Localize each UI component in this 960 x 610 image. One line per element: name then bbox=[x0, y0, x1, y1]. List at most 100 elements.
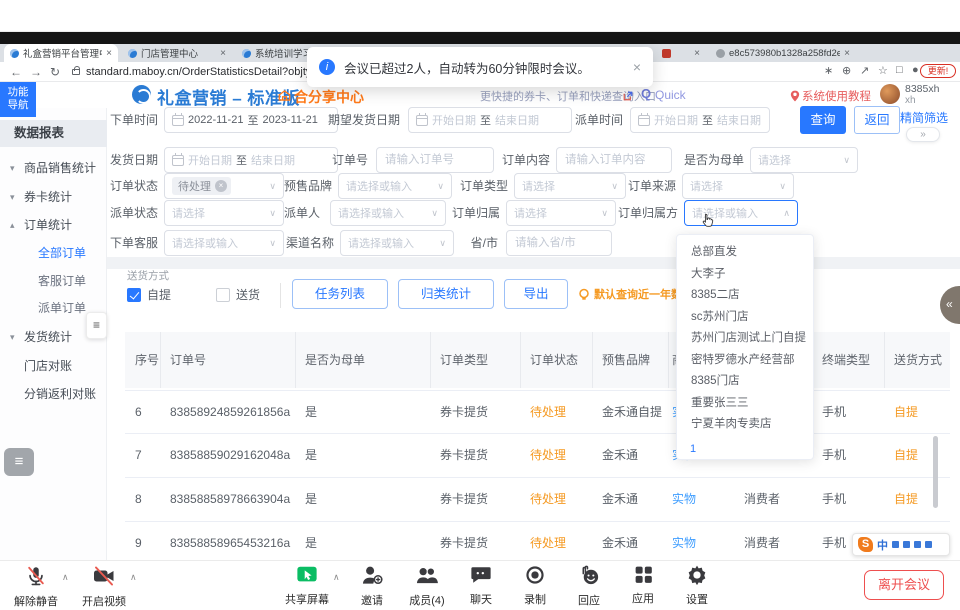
sidebar-item[interactable]: ▾商品销售统计 bbox=[0, 155, 107, 181]
toast-close-icon[interactable]: × bbox=[633, 59, 641, 75]
channel-select[interactable]: 请选择或输入 ∨ bbox=[340, 230, 454, 256]
table-row[interactable]: 683858924859261856a是券卡提货待处理金禾通自提实物手机自提 bbox=[125, 390, 950, 434]
dropdown-option[interactable]: 密特罗德水产经营部 bbox=[677, 350, 813, 372]
back-button[interactable]: 返回 bbox=[854, 106, 900, 134]
pickup-label[interactable]: 自提 bbox=[147, 284, 171, 306]
quick-q-icon[interactable]: Q bbox=[641, 86, 651, 101]
collapse-filter-pill[interactable]: » bbox=[906, 127, 940, 142]
dropdown-option[interactable]: 大李子 bbox=[677, 264, 813, 286]
dropdown-option[interactable]: 总部直发 bbox=[677, 242, 813, 264]
order-no-input[interactable] bbox=[376, 147, 494, 173]
order-cs-select[interactable]: 请选择或输入 ∨ bbox=[164, 230, 284, 256]
order-time-range[interactable]: 2022-11-21 至 2023-11-21 bbox=[164, 107, 338, 133]
caret-up-icon[interactable]: ∧ bbox=[62, 572, 69, 583]
toolbar-item-settings[interactable]: 设置 bbox=[665, 564, 729, 607]
toolbar-item-camera-off[interactable]: 开启视频 bbox=[72, 564, 136, 609]
cell-item[interactable]: 实物 bbox=[672, 522, 696, 565]
caret-up-icon[interactable]: ∧ bbox=[130, 572, 137, 583]
toolbar-item-screen-share[interactable]: 共享屏幕 bbox=[275, 564, 339, 607]
cell-order_no[interactable]: 83858859029162048a bbox=[170, 434, 290, 477]
delivery-checkbox[interactable] bbox=[216, 288, 230, 302]
dropdown-option[interactable]: 苏州门店测试上门自提 bbox=[677, 328, 813, 350]
table-scrollbar[interactable] bbox=[933, 436, 938, 508]
browser-tab[interactable]: e8c573980b1328a258fd2e6× bbox=[710, 44, 856, 62]
order-content-input[interactable] bbox=[556, 147, 672, 173]
task-list-button[interactable]: 任务列表 bbox=[292, 279, 388, 309]
pickup-checkbox[interactable] bbox=[127, 288, 141, 302]
zoom-icon[interactable]: ⊕ bbox=[842, 64, 851, 77]
sidebar-item[interactable]: 全部订单 bbox=[0, 240, 107, 266]
is-mother-select[interactable]: 请选择 ∨ bbox=[750, 147, 858, 173]
dispatch-time-range[interactable]: 开始日期 至 结束日期 bbox=[630, 107, 770, 133]
dropdown-option[interactable]: sc苏州门店 bbox=[677, 307, 813, 329]
lock-icon[interactable] bbox=[72, 69, 80, 75]
query-button[interactable]: 查询 bbox=[800, 106, 846, 134]
browser-update-button[interactable]: 更新! bbox=[920, 64, 956, 78]
sidebar-item[interactable]: 客服订单 bbox=[0, 268, 107, 294]
tab-close-icon[interactable]: × bbox=[106, 48, 112, 59]
province-input[interactable] bbox=[506, 230, 612, 256]
sidebar-collapse-handle[interactable]: ≡ bbox=[86, 312, 107, 339]
url-text[interactable]: standard.maboy.cn/OrderStatisticsDetail?… bbox=[86, 62, 336, 82]
external-link-icon[interactable] bbox=[622, 89, 634, 107]
presale-brand-select[interactable]: 请选择或输入 ∨ bbox=[338, 173, 452, 199]
expect-date-range[interactable]: 开始日期 至 结束日期 bbox=[408, 107, 572, 133]
order-source-select[interactable]: 请选择 ∨ bbox=[682, 173, 794, 199]
tab-close-icon[interactable]: × bbox=[694, 48, 700, 59]
cell-order_no[interactable]: 83858858965453216a bbox=[170, 522, 290, 565]
ime-lang-icon[interactable]: 中 bbox=[877, 537, 888, 553]
user-avatar[interactable] bbox=[880, 84, 900, 104]
dropdown-option[interactable]: 宁夏羊肉专卖店 bbox=[677, 414, 813, 436]
side-panel-icon[interactable]: □ bbox=[896, 64, 903, 76]
order-belong-select[interactable]: 请选择 ∨ bbox=[506, 200, 616, 226]
quick-label[interactable]: Quick bbox=[655, 88, 686, 102]
order-type-select[interactable]: 请选择 ∨ bbox=[514, 173, 626, 199]
order-status-select[interactable]: 待处理× ∨ bbox=[164, 173, 284, 199]
ime-tool-icon[interactable] bbox=[903, 541, 910, 548]
tag-close-icon[interactable]: × bbox=[215, 180, 227, 192]
forward-icon[interactable]: → bbox=[30, 63, 42, 81]
dropdown-option[interactable]: 8385门店 bbox=[677, 371, 813, 393]
browser-tab[interactable]: 门店管理中心× bbox=[122, 44, 232, 62]
share-center-link[interactable]: 合分享中心 bbox=[294, 87, 364, 107]
reload-icon[interactable]: ↻ bbox=[50, 63, 60, 81]
dispatcher-select[interactable]: 请选择或输入 ∨ bbox=[330, 200, 446, 226]
dropdown-option[interactable]: 8385二店 bbox=[677, 285, 813, 307]
leave-meeting-button[interactable]: 离开会议 bbox=[864, 570, 944, 600]
cell-order_no[interactable]: 83858858978663904a bbox=[170, 478, 290, 521]
table-row[interactable]: 883858858978663904a是券卡提货待处理金禾通实物消费者手机自提 bbox=[125, 478, 950, 522]
delivery-label[interactable]: 送货 bbox=[236, 284, 260, 306]
cell-item[interactable]: 实物 bbox=[672, 478, 696, 521]
dropdown-option[interactable]: 重要张三三 bbox=[677, 393, 813, 415]
tutorial-link[interactable]: 系统使用教程 bbox=[802, 88, 871, 104]
ship-date-range[interactable]: 开始日期 至 结束日期 bbox=[164, 147, 338, 173]
ime-tool-icon[interactable] bbox=[914, 541, 921, 548]
tab-close-icon[interactable]: × bbox=[220, 48, 226, 59]
toolbar-item-mic-off[interactable]: 解除静音 bbox=[4, 564, 68, 609]
sidebar-item[interactable]: 门店对账 bbox=[0, 353, 107, 379]
password-key-icon[interactable]: ∗ bbox=[824, 64, 833, 77]
caret-up-icon[interactable]: ∧ bbox=[333, 572, 340, 583]
profile-icon[interactable]: ● bbox=[912, 64, 919, 76]
browser-tab[interactable]: 礼盒营销平台管理中心× bbox=[4, 44, 118, 62]
back-icon[interactable]: ← bbox=[10, 63, 22, 81]
ime-toolbar[interactable]: S 中 bbox=[852, 533, 950, 556]
bookmark-star-icon[interactable]: ☆ bbox=[878, 64, 888, 77]
sidebar-item[interactable]: ▴订单统计 bbox=[0, 212, 107, 238]
tab-close-icon[interactable]: × bbox=[844, 48, 850, 59]
share-icon[interactable]: ↗ bbox=[860, 64, 869, 77]
classify-stats-button[interactable]: 归类统计 bbox=[398, 279, 494, 309]
annotation-widget[interactable]: ≡ bbox=[4, 448, 34, 476]
browser-tab[interactable]: × bbox=[656, 44, 706, 62]
simple-filter-link[interactable]: 精简筛选 bbox=[900, 109, 948, 126]
dispatch-status-select[interactable]: 请选择 ∨ bbox=[164, 200, 284, 226]
table-row[interactable]: 783858859029162048a是券卡提货待处理金禾通实物手机自提 bbox=[125, 434, 950, 478]
dropdown-page-number[interactable]: 1 bbox=[677, 443, 813, 455]
sidebar-item[interactable]: ▾券卡统计 bbox=[0, 184, 107, 210]
cell-order_no[interactable]: 83858924859261856a bbox=[170, 391, 290, 434]
ime-tool-icon[interactable] bbox=[925, 541, 932, 548]
function-nav-toggle[interactable]: 功能导航 bbox=[0, 82, 36, 117]
ime-tool-icon[interactable] bbox=[892, 541, 899, 548]
sidebar-item[interactable]: 分销返利对账 bbox=[0, 381, 107, 407]
ime-logo-icon[interactable]: S bbox=[858, 537, 873, 552]
